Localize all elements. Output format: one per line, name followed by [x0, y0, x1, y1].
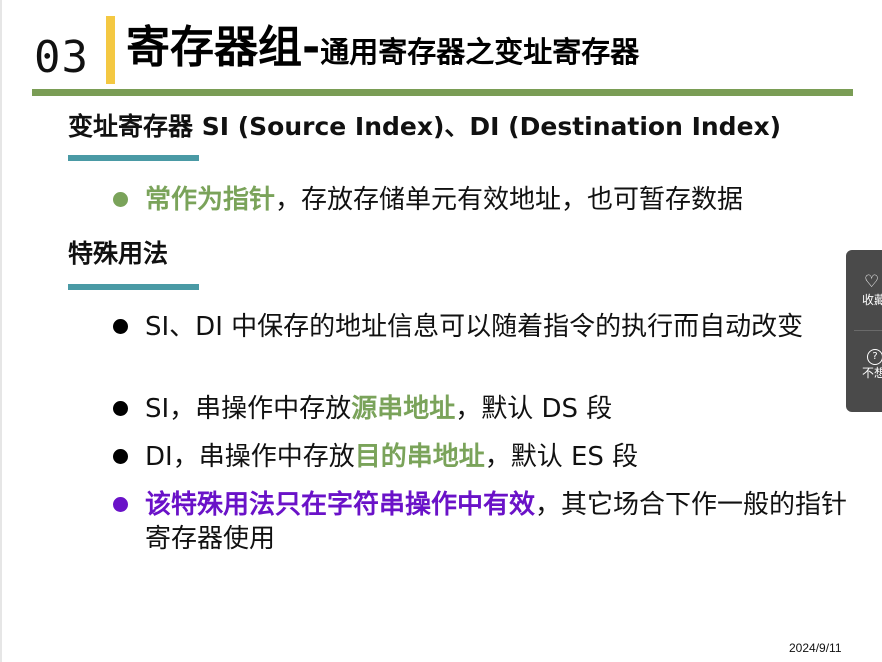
slide-date: 2024/9/11: [789, 641, 842, 655]
slide-number: 03: [34, 32, 89, 83]
bullet-dot: [113, 319, 128, 334]
title-dash: -: [302, 22, 321, 73]
bullet-highlight: 该特殊用法只在字符串操作中有效: [145, 490, 536, 520]
favorite-label: 收藏: [862, 293, 882, 307]
title-rule: [32, 89, 853, 96]
favorite-button[interactable]: ♡ 收藏: [846, 272, 882, 308]
bullet-pre: DI，串操作中存放: [145, 442, 355, 472]
not-interested-button[interactable]: ? 不想: [846, 344, 882, 381]
bullet-dot: [113, 192, 128, 207]
slide-left-edge: [0, 0, 2, 662]
bullet-pre: SI，串操作中存放: [145, 394, 352, 424]
question-icon: ?: [867, 349, 882, 365]
bullet-text: DI，串操作中存放目的串地址，默认 ES 段: [145, 440, 853, 474]
floating-side-panel: ♡ 收藏 ? 不想: [846, 250, 882, 412]
bullet-post: ，默认 DS 段: [455, 394, 613, 424]
title-main: 寄存器组: [126, 22, 302, 73]
bullet-text: SI、DI 中保存的地址信息可以随着指令的执行而自动改变: [145, 312, 804, 342]
title-sub: 通用寄存器之变址寄存器: [320, 35, 640, 69]
bullet-dot: [113, 449, 128, 464]
panel-divider: [854, 330, 882, 331]
bullet-post: ，默认 ES 段: [484, 442, 639, 472]
bullet-highlight: 目的串地址: [354, 442, 485, 472]
bullet-dot: [113, 497, 128, 512]
heading-underline: [68, 284, 199, 290]
bullet-text: 该特殊用法只在字符串操作中有效，其它场合下作一般的指针寄存器使用: [145, 488, 853, 556]
bullet-highlight: 常作为指针: [145, 185, 276, 215]
not-interested-label: 不想: [862, 366, 882, 380]
bullet-rest: ，存放存储单元有效地址，也可暂存数据: [275, 185, 744, 215]
heading-underline: [68, 155, 199, 161]
slide-title: 寄存器组-通用寄存器之变址寄存器: [126, 20, 639, 80]
title-accent-bar: [106, 16, 115, 84]
slide: 03 寄存器组-通用寄存器之变址寄存器 变址寄存器 SI (Source Ind…: [0, 0, 882, 662]
bullet-text: SI，串操作中存放源串地址，默认 DS 段: [145, 392, 853, 426]
section-heading-special-usage: 特殊用法: [68, 239, 169, 268]
heart-icon: ♡: [864, 272, 880, 292]
section-heading-index-registers: 变址寄存器 SI (Source Index)、DI (Destination …: [68, 112, 782, 141]
bullet-dot: [113, 401, 128, 416]
bullet-highlight: 源串地址: [351, 394, 456, 424]
bullet-text: 常作为指针，存放存储单元有效地址，也可暂存数据: [145, 183, 853, 217]
